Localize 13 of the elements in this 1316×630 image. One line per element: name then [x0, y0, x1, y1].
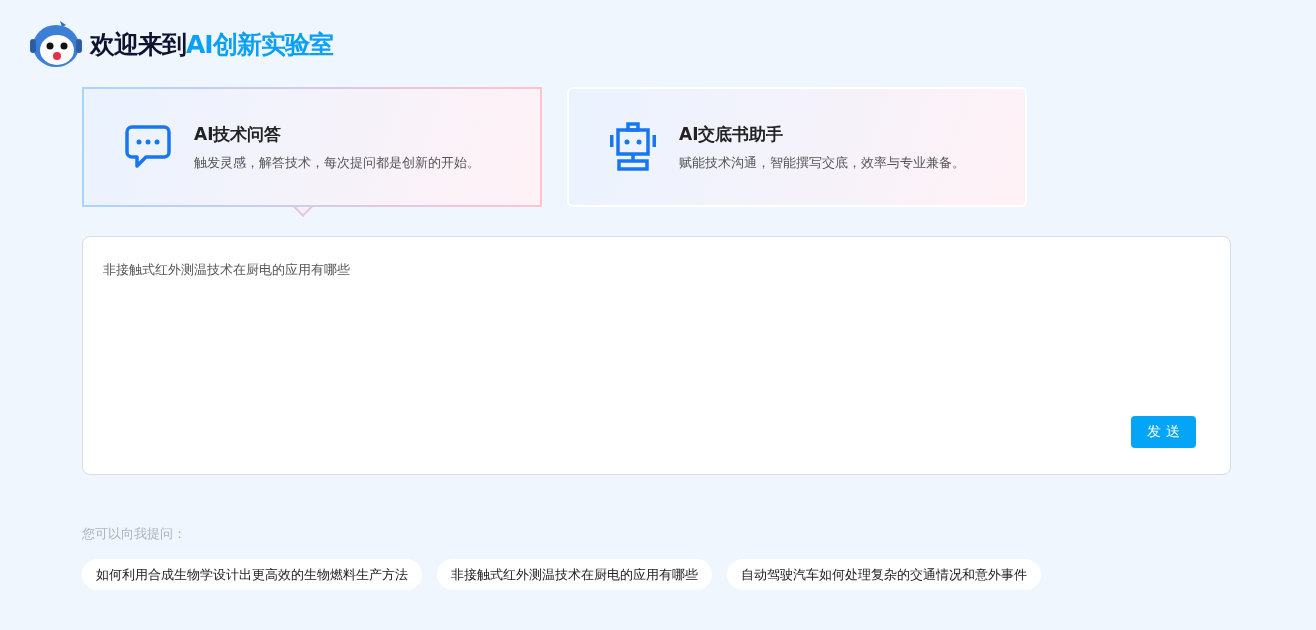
question-input-field[interactable]: 非接触式红外测温技术在厨电的应用有哪些 发 送	[82, 236, 1231, 475]
mode-title: AI技术问答	[194, 122, 283, 146]
mode-description: 赋能技术沟通，智能撰写交底，效率与专业兼备。	[679, 153, 965, 172]
suggestions-label: 您可以向我提问：	[82, 525, 187, 543]
mode-description: 触发灵感，解答技术，每次提问都是创新的开始。	[194, 153, 480, 172]
suggestion-chip[interactable]: 如何利用合成生物学设计出更高效的生物燃料生产方法	[82, 559, 422, 590]
mode-title: AI交底书助手	[679, 122, 785, 146]
mode-card[interactable]: AI技术问答 触发灵感，解答技术，每次提问都是创新的开始。	[82, 87, 542, 207]
lab-name-title: AI创新实验室	[186, 28, 333, 61]
welcome-title: 欢迎来到	[90, 28, 186, 61]
suggestion-chip[interactable]: 非接触式红外测温技术在厨电的应用有哪些	[437, 559, 712, 590]
suggestion-chip[interactable]: 自动驾驶汽车如何处理复杂的交通情况和意外事件	[727, 559, 1041, 590]
mode-card[interactable]: AI交底书助手 赋能技术沟通，智能撰写交底，效率与专业兼备。	[567, 87, 1027, 207]
